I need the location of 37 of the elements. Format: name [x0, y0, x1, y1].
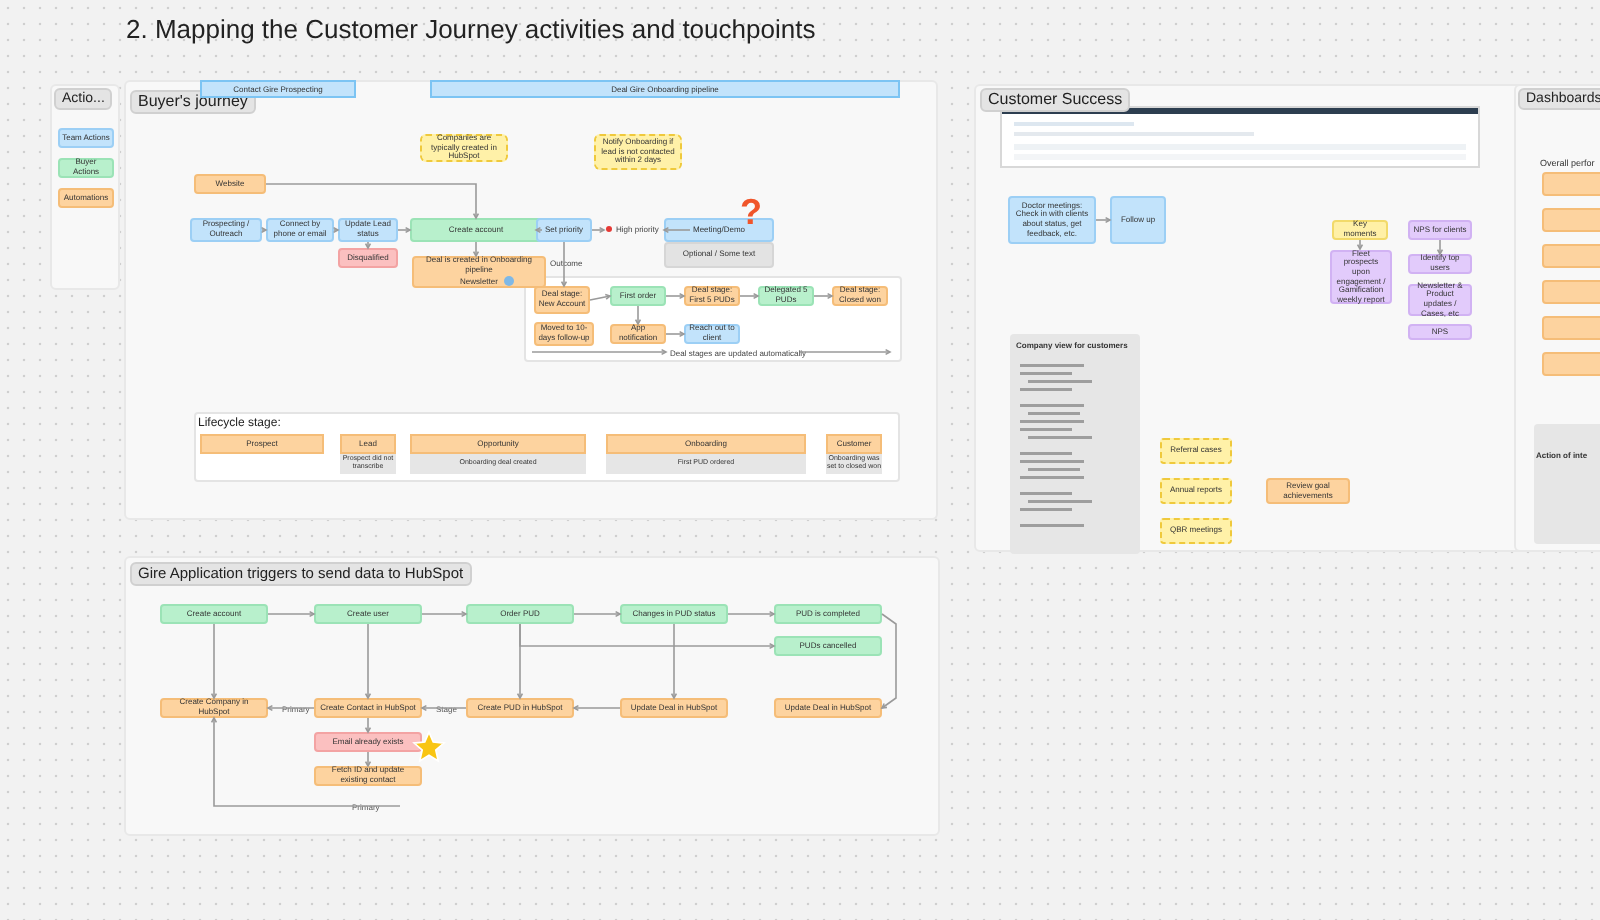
metric-card	[1542, 208, 1600, 232]
connector-arrow	[665, 330, 686, 338]
connector-arrow	[589, 293, 612, 301]
star-icon	[412, 730, 446, 764]
connector-arrow	[421, 610, 468, 618]
metric-card	[1542, 172, 1600, 196]
connector-arrow	[665, 292, 686, 300]
frame-title: Customer Success	[980, 88, 1131, 113]
connector-arrow	[260, 226, 268, 234]
connector-arrow	[266, 704, 315, 712]
connector-arrow	[662, 226, 691, 234]
connector-arrow	[210, 623, 218, 700]
connector-arrow	[332, 226, 340, 234]
connector-arrow	[472, 241, 480, 258]
connector-arrow	[572, 704, 621, 712]
connector-arrow	[813, 292, 834, 300]
metric-card	[1542, 352, 1600, 376]
connector-arrow	[534, 226, 543, 234]
connector-arrow	[1356, 239, 1364, 251]
connector-arrow	[1095, 216, 1112, 224]
connector-arrow	[573, 610, 622, 618]
connector-arrow	[397, 226, 412, 234]
metric-card	[1542, 280, 1600, 304]
connector-arrow	[531, 348, 668, 356]
metric-card	[1542, 244, 1600, 268]
connector-arrow	[739, 292, 760, 300]
connector-arrow	[364, 241, 372, 250]
connector-arrow	[727, 610, 776, 618]
connector-arrow	[634, 305, 642, 326]
metric-card	[1542, 316, 1600, 340]
page-title: 2. Mapping the Customer Journey activities and touchpoints	[126, 12, 816, 48]
connector-arrow	[420, 704, 467, 712]
connector-arrow	[364, 623, 372, 700]
connector-arrow	[591, 226, 606, 234]
connector-arrow	[267, 610, 316, 618]
connector-arrow	[880, 613, 897, 709]
connector-arrow	[1436, 239, 1444, 256]
